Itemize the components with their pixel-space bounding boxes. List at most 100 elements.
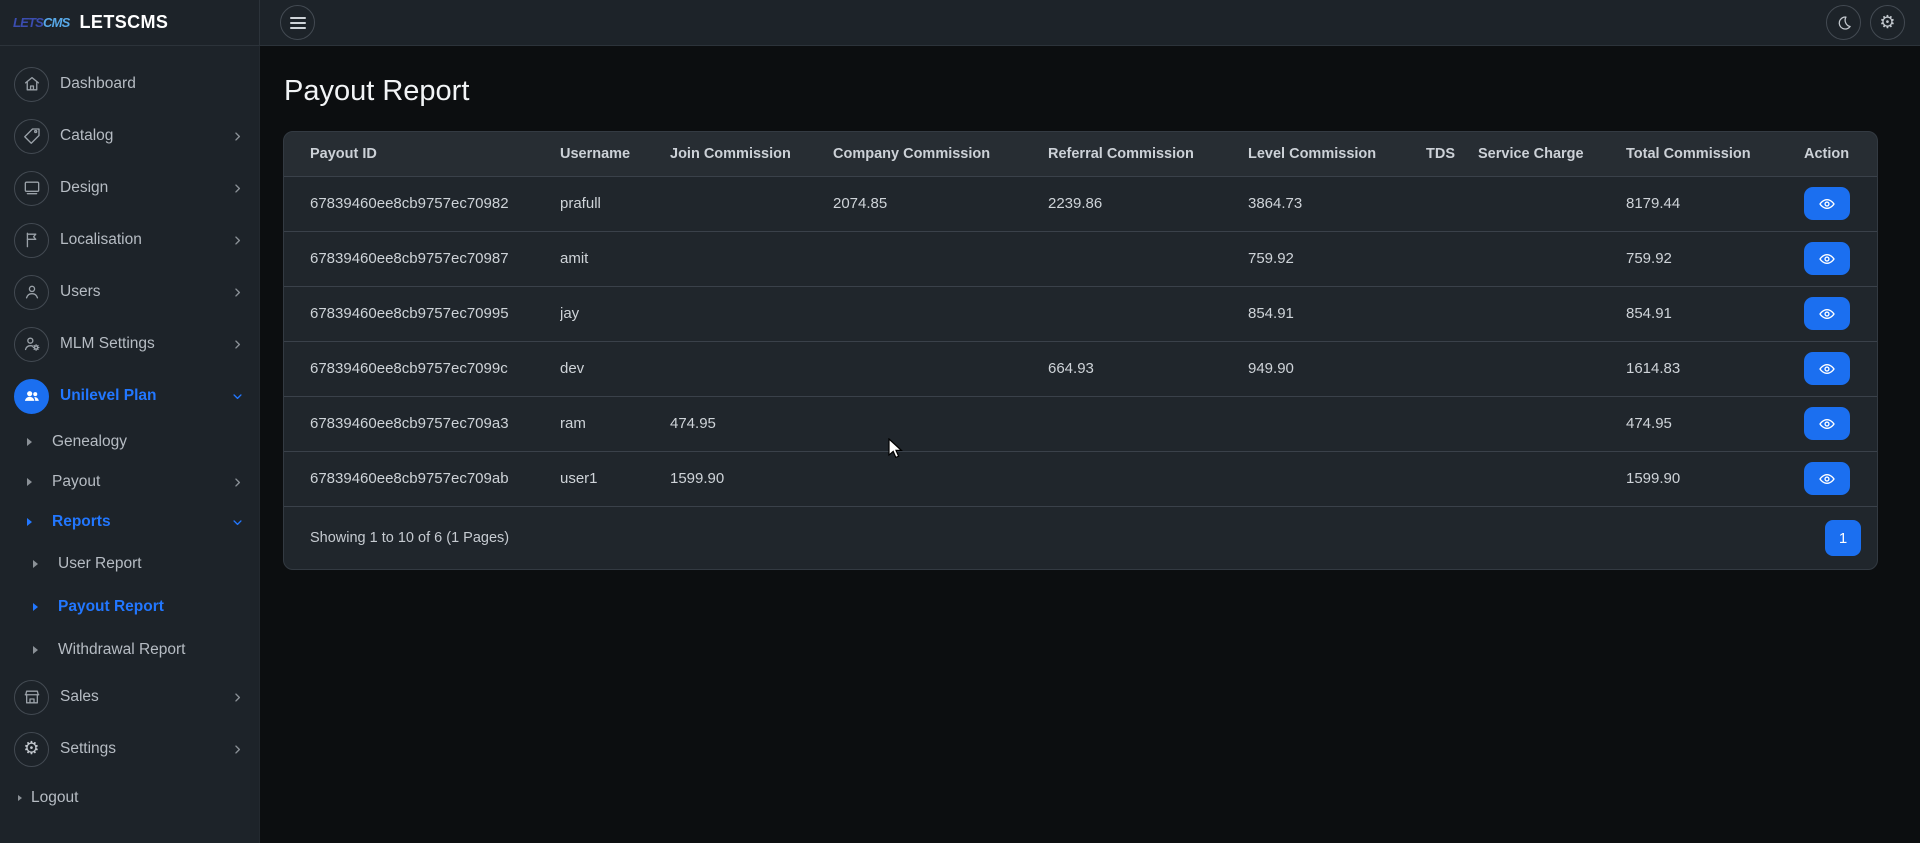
- cell-tds: [1426, 451, 1478, 506]
- eye-icon: [1818, 250, 1836, 268]
- sidebar-item-label: Unilevel Plan: [60, 387, 156, 405]
- cell-level: 3864.73: [1248, 176, 1426, 231]
- cell-service: [1478, 286, 1626, 341]
- table-row: 67839460ee8cb9757ec7099cdev664.93949.901…: [284, 341, 1877, 396]
- cell-payout_id: 67839460ee8cb9757ec70987: [284, 231, 560, 286]
- user-gear-icon: [14, 327, 49, 362]
- chevron-right-icon: [230, 337, 245, 352]
- topbar-actions: ⚙: [1826, 5, 1920, 40]
- cell-service: [1478, 451, 1626, 506]
- brand-name: LETSCMS: [80, 12, 169, 33]
- topbar: LETSCMS LETSCMS ⚙: [0, 0, 1920, 46]
- page-button[interactable]: 1: [1825, 520, 1861, 556]
- sidebar-item-payout-report[interactable]: Payout Report: [0, 585, 259, 628]
- column-header-level-commission: Level Commission: [1248, 132, 1426, 176]
- view-button[interactable]: [1804, 187, 1850, 220]
- cell-company: 2074.85: [833, 176, 1048, 231]
- eye-icon: [1818, 305, 1836, 323]
- sidebar-item-label: Catalog: [60, 127, 113, 145]
- sidebar-item-label: Design: [60, 179, 108, 197]
- cell-total: 759.92: [1626, 231, 1804, 286]
- sidebar-item-label: User Report: [58, 555, 142, 573]
- sidebar-item-payout[interactable]: Payout: [0, 462, 259, 502]
- settings-button[interactable]: ⚙: [1870, 5, 1905, 40]
- theme-toggle-button[interactable]: [1826, 5, 1861, 40]
- table-row: 67839460ee8cb9757ec709abuser11599.901599…: [284, 451, 1877, 506]
- cell-level: 949.90: [1248, 341, 1426, 396]
- sidebar-item-localisation[interactable]: Localisation: [0, 214, 259, 266]
- chevron-down-icon: [230, 515, 245, 530]
- sidebar-item-users[interactable]: Users: [0, 266, 259, 318]
- cell-join: [670, 231, 833, 286]
- sidebar-item-design[interactable]: Design: [0, 162, 259, 214]
- cell-join: 474.95: [670, 396, 833, 451]
- cell-referral: [1048, 286, 1248, 341]
- cell-total: 1614.83: [1626, 341, 1804, 396]
- cell-total: 8179.44: [1626, 176, 1804, 231]
- cell-username: dev: [560, 341, 670, 396]
- sidebar-item-settings[interactable]: ⚙Settings: [0, 723, 259, 775]
- caret-icon: [33, 560, 38, 568]
- sidebar-item-user-report[interactable]: User Report: [0, 542, 259, 585]
- cell-referral: [1048, 396, 1248, 451]
- sidebar-item-dashboard[interactable]: Dashboard: [0, 58, 259, 110]
- action-cell: [1804, 176, 1877, 231]
- sidebar-item-withdrawal-report[interactable]: Withdrawal Report: [0, 628, 259, 671]
- monitor-icon: [14, 171, 49, 206]
- cell-payout_id: 67839460ee8cb9757ec7099c: [284, 341, 560, 396]
- cell-company: [833, 341, 1048, 396]
- menu-wrap: [260, 5, 315, 40]
- gear-icon: ⚙: [14, 732, 49, 767]
- flag-icon: [14, 223, 49, 258]
- tag-icon: [14, 119, 49, 154]
- column-header-tds: TDS: [1426, 132, 1478, 176]
- cell-referral: [1048, 231, 1248, 286]
- sidebar-item-label: Dashboard: [60, 75, 136, 93]
- cell-username: user1: [560, 451, 670, 506]
- column-header-payout-id: Payout ID: [284, 132, 560, 176]
- view-button[interactable]: [1804, 242, 1850, 275]
- caret-icon: [33, 646, 38, 654]
- chevron-right-icon: [230, 129, 245, 144]
- sidebar-item-label: Payout Report: [58, 598, 164, 616]
- cell-service: [1478, 176, 1626, 231]
- home-icon: [14, 67, 49, 102]
- action-cell: [1804, 396, 1877, 451]
- sidebar-item-label: Logout: [31, 789, 78, 807]
- caret-icon: [27, 478, 32, 486]
- cell-referral: 2239.86: [1048, 176, 1248, 231]
- sidebar-item-catalog[interactable]: Catalog: [0, 110, 259, 162]
- sidebar-item-label: Genealogy: [52, 433, 127, 451]
- column-header-company-commission: Company Commission: [833, 132, 1048, 176]
- chevron-right-icon: [230, 181, 245, 196]
- caret-icon: [33, 603, 38, 611]
- sidebar-item-mlm-settings[interactable]: MLM Settings: [0, 318, 259, 370]
- column-header-service-charge: Service Charge: [1478, 132, 1626, 176]
- menu-toggle-button[interactable]: [280, 5, 315, 40]
- report-card: Payout IDUsernameJoin CommissionCompany …: [283, 131, 1878, 570]
- chevron-right-icon: [230, 285, 245, 300]
- cell-username: ram: [560, 396, 670, 451]
- cell-payout_id: 67839460ee8cb9757ec709ab: [284, 451, 560, 506]
- view-button[interactable]: [1804, 407, 1850, 440]
- eye-icon: [1818, 360, 1836, 378]
- cell-company: [833, 286, 1048, 341]
- sidebar-item-label: Users: [60, 283, 100, 301]
- caret-icon: [27, 438, 32, 446]
- store-icon: [14, 680, 49, 715]
- sidebar-item-genealogy[interactable]: Genealogy: [0, 422, 259, 462]
- sidebar-item-unilevel-plan[interactable]: Unilevel Plan: [0, 370, 259, 422]
- eye-icon: [1818, 470, 1836, 488]
- moon-icon: [1835, 14, 1853, 32]
- sidebar-item-logout[interactable]: Logout: [0, 775, 259, 821]
- sidebar-item-sales[interactable]: Sales: [0, 671, 259, 723]
- view-button[interactable]: [1804, 297, 1850, 330]
- sidebar-item-reports[interactable]: Reports: [0, 502, 259, 542]
- cell-join: [670, 341, 833, 396]
- action-cell: [1804, 341, 1877, 396]
- view-button[interactable]: [1804, 352, 1850, 385]
- cell-company: [833, 231, 1048, 286]
- cell-tds: [1426, 286, 1478, 341]
- view-button[interactable]: [1804, 462, 1850, 495]
- action-cell: [1804, 451, 1877, 506]
